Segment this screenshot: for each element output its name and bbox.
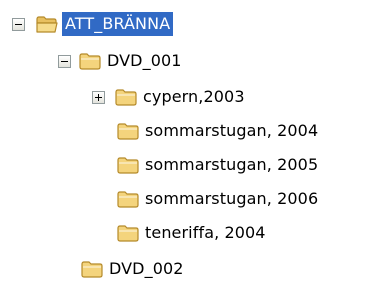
tree-node-teneriffa-2004[interactable]: teneriffa, 2004 [116,216,269,250]
folder-open-icon [35,14,59,34]
expand-icon[interactable] [92,90,105,104]
tree-node-cypern-2003[interactable]: cypern,2003 [92,80,248,114]
tree-node-label[interactable]: cypern,2003 [140,85,248,109]
tree-node-sommarstugan-2005[interactable]: sommarstugan, 2005 [116,148,321,182]
tree-node-label[interactable]: sommarstugan, 2005 [142,153,321,177]
folder-icon [80,259,104,279]
folder-tree: ATT_BRÄNNA DVD_001 cypern,2003 sommarstu… [0,0,366,284]
tree-node-sommarstugan-2006[interactable]: sommarstugan, 2006 [116,182,321,216]
tree-node-label[interactable]: sommarstugan, 2006 [142,187,321,211]
folder-icon [114,87,138,107]
tree-node-dvd-001[interactable]: DVD_001 [58,44,185,78]
tree-node-label[interactable]: sommarstugan, 2004 [142,119,321,143]
tree-node-label[interactable]: DVD_002 [106,257,187,281]
folder-icon [116,189,140,209]
collapse-icon[interactable] [12,17,25,31]
tree-node-label[interactable]: DVD_001 [104,49,185,73]
tree-node-att-branna[interactable]: ATT_BRÄNNA [12,7,174,41]
folder-icon [116,121,140,141]
tree-node-label[interactable]: teneriffa, 2004 [142,221,269,245]
tree-node-sommarstugan-2004[interactable]: sommarstugan, 2004 [116,114,321,148]
folder-icon [116,155,140,175]
tree-node-dvd-002[interactable]: DVD_002 [80,252,187,286]
collapse-icon[interactable] [58,54,71,68]
tree-node-label[interactable]: ATT_BRÄNNA [62,12,174,36]
folder-icon [78,51,102,71]
folder-icon [116,223,140,243]
